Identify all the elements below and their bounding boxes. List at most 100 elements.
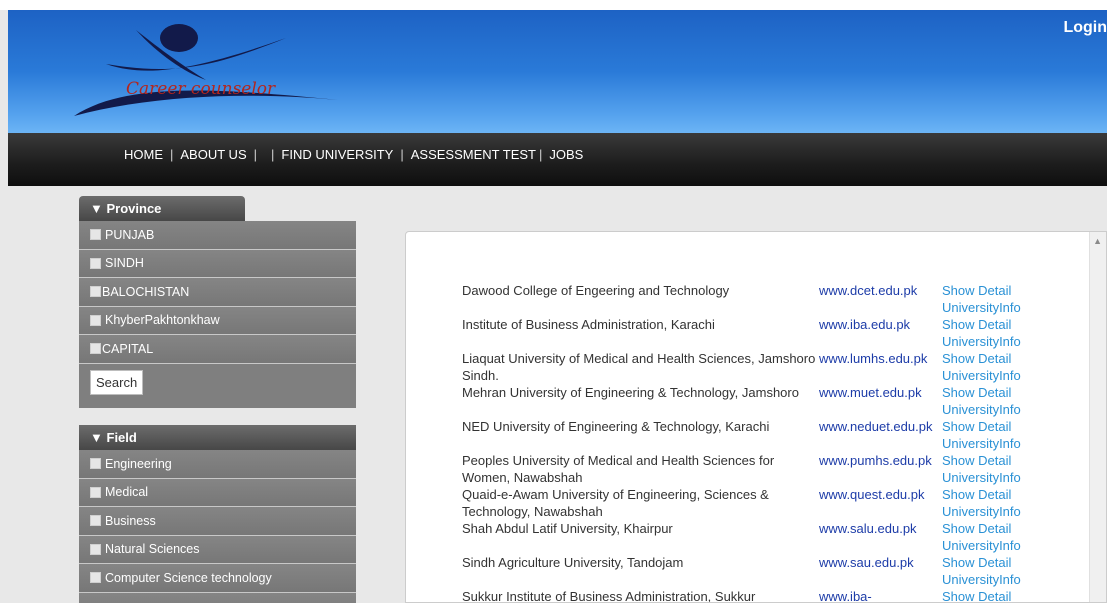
province-item-khyberpakhtonkhaw[interactable]: KhyberPakhtonkhaw	[79, 306, 356, 335]
university-info-link[interactable]: UniversityInfo	[942, 435, 1042, 452]
checkbox-icon[interactable]	[90, 572, 101, 584]
university-info-link[interactable]: UniversityInfo	[942, 367, 1042, 384]
university-actions: Show DetailUniversityInfo	[942, 282, 1042, 316]
search-button[interactable]: Search	[90, 369, 144, 395]
field-item-natural-sciences[interactable]: Natural Sciences	[79, 535, 356, 564]
nav-separator: |	[538, 147, 543, 162]
university-info-link[interactable]: UniversityInfo	[942, 333, 1042, 350]
show-detail-link[interactable]: Show Detail	[942, 282, 1042, 299]
university-name: Sukkur Institute of Business Administrat…	[462, 589, 756, 603]
university-url-cell: www.iba.edu.pk	[819, 316, 942, 350]
university-url-link[interactable]: www.lumhs.edu.pk	[819, 351, 927, 366]
field-list: Engineering Medical Business Natural Sci…	[79, 450, 356, 603]
logo-text: Career counselor	[126, 79, 276, 99]
nav-about-us[interactable]: ABOUT US	[180, 147, 246, 162]
province-item-punjab[interactable]: PUNJAB	[79, 221, 356, 250]
field-item-label: Engineering	[105, 456, 172, 471]
nav-home[interactable]: HOME	[124, 147, 163, 162]
table-row: Quaid-e-Awam University of Engineering, …	[462, 486, 1042, 520]
province-item-label: KhyberPakhtonkhaw	[105, 313, 220, 328]
province-item-capital[interactable]: CAPITAL	[79, 335, 356, 364]
show-detail-link[interactable]: Show Detail	[942, 384, 1042, 401]
university-info-link[interactable]: UniversityInfo	[942, 469, 1042, 486]
career-counselor-logo[interactable]: Career counselor	[66, 20, 341, 125]
university-url-link[interactable]: www.pumhs.edu.pk	[819, 453, 932, 468]
university-info-link[interactable]: UniversityInfo	[942, 401, 1042, 418]
university-url-link[interactable]: www.salu.edu.pk	[819, 521, 917, 536]
university-results-panel: Dawood College of Engeering and Technolo…	[405, 231, 1107, 603]
field-item-medical[interactable]: Medical	[79, 478, 356, 507]
show-detail-link[interactable]: Show Detail	[942, 554, 1042, 571]
checkbox-icon[interactable]	[90, 286, 101, 298]
university-url-cell: www.dcet.edu.pk	[819, 282, 942, 316]
university-actions: Show DetailUniversityInfo	[942, 350, 1042, 384]
university-info-link[interactable]: UniversityInfo	[942, 571, 1042, 588]
field-item-label: Medical	[105, 485, 149, 500]
university-actions: Show DetailUniversityInfo	[942, 520, 1042, 554]
university-name: Dawood College of Engeering and Technolo…	[462, 283, 730, 298]
show-detail-link[interactable]: Show Detail	[942, 452, 1042, 469]
show-detail-link[interactable]: Show Detail	[942, 588, 1042, 602]
table-row: Mehran University of Engineering & Techn…	[462, 384, 1042, 418]
nav-find-university[interactable]: FIND UNIVERSITY	[281, 147, 393, 162]
table-row: Institute of Business Administration, Ka…	[462, 316, 1042, 350]
university-url-link[interactable]: www.neduet.edu.pk	[819, 419, 932, 434]
province-panel-title: Province	[106, 201, 162, 216]
table-row: NED University of Engineering & Technolo…	[462, 418, 1042, 452]
checkbox-icon[interactable]	[90, 543, 101, 555]
university-info-link[interactable]: UniversityInfo	[942, 537, 1042, 554]
checkbox-icon[interactable]	[90, 314, 101, 326]
university-url-link[interactable]: www.iba-	[819, 589, 872, 602]
triangle-down-icon: ▼	[90, 430, 103, 445]
university-url-link[interactable]: www.iba.edu.pk	[819, 317, 910, 332]
province-item-label: SINDH	[105, 256, 144, 271]
field-item-label: Computer Science technology	[105, 570, 272, 585]
university-info-link[interactable]: UniversityInfo	[942, 299, 1042, 316]
nav-assessment-test[interactable]: ASSESSMENT TEST	[411, 147, 536, 162]
scroll-up-arrow-icon[interactable]: ▲	[1093, 236, 1102, 246]
province-item-label: CAPITAL	[102, 341, 154, 356]
field-item-engineering[interactable]: Engineering	[79, 450, 356, 479]
table-row: Sindh Agriculture University, Tandojam ww…	[462, 554, 1042, 588]
province-panel-header[interactable]: ▼ Province	[79, 196, 245, 221]
checkbox-icon[interactable]	[90, 515, 101, 527]
university-name: Institute of Business Administration, Ka…	[462, 317, 715, 332]
university-url-cell: www.pumhs.edu.pk	[819, 452, 942, 486]
province-item-sindh[interactable]: SINDH	[79, 249, 356, 278]
province-item-balochistan[interactable]: BALOCHISTAN	[79, 278, 356, 307]
checkbox-icon[interactable]	[90, 343, 101, 355]
province-list: PUNJAB SINDH BALOCHISTAN KhyberPakhtonkh…	[79, 221, 356, 408]
field-item-label: Business	[105, 513, 156, 528]
table-row: Liaquat University of Medical and Health…	[462, 350, 1042, 384]
nav-jobs[interactable]: JOBS	[549, 147, 583, 162]
field-item-computer-science[interactable]: Computer Science technology	[79, 564, 356, 593]
university-actions: Show DetailUniversityInfo	[942, 418, 1042, 452]
vertical-scrollbar[interactable]: ▲	[1089, 232, 1106, 602]
university-url-link[interactable]: www.quest.edu.pk	[819, 487, 925, 502]
show-detail-link[interactable]: Show Detail	[942, 350, 1042, 367]
field-item-business[interactable]: Business	[79, 507, 356, 536]
university-url-link[interactable]: www.muet.edu.pk	[819, 385, 922, 400]
login-link[interactable]: Login	[1063, 19, 1107, 37]
show-detail-link[interactable]: Show Detail	[942, 520, 1042, 537]
university-url-link[interactable]: www.sau.edu.pk	[819, 555, 914, 570]
field-item-partial[interactable]	[79, 592, 356, 603]
checkbox-icon[interactable]	[90, 257, 101, 269]
show-detail-link[interactable]: Show Detail	[942, 486, 1042, 503]
university-actions: Show DetailUniversityInfo	[942, 452, 1042, 486]
field-panel-header[interactable]: ▼ Field	[79, 425, 356, 450]
university-name: Shah Abdul Latif University, Khairpur	[462, 521, 673, 536]
show-detail-link[interactable]: Show Detail	[942, 418, 1042, 435]
university-info-link[interactable]: UniversityInfo	[942, 503, 1042, 520]
university-name: Mehran University of Engineering & Techn…	[462, 385, 799, 400]
university-url-cell: www.sau.edu.pk	[819, 554, 942, 588]
triangle-down-icon: ▼	[90, 201, 103, 216]
checkbox-icon[interactable]	[90, 486, 101, 498]
university-actions: Show DetailUniversityInfo	[942, 316, 1042, 350]
checkbox-icon[interactable]	[90, 229, 101, 241]
university-name: Quaid-e-Awam University of Engineering, …	[462, 487, 769, 519]
nav-separator: |	[253, 147, 257, 162]
university-url-link[interactable]: www.dcet.edu.pk	[819, 283, 917, 298]
checkbox-icon[interactable]	[90, 458, 101, 470]
show-detail-link[interactable]: Show Detail	[942, 316, 1042, 333]
